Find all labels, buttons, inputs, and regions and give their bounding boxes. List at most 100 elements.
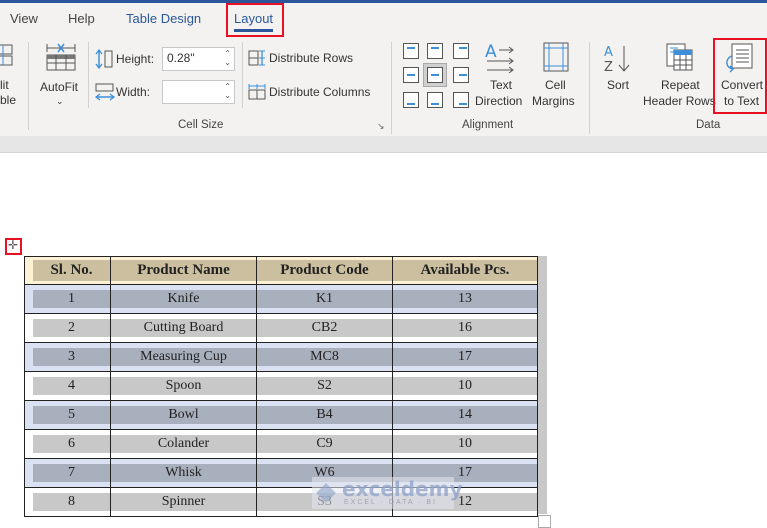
cell-margins-icon bbox=[543, 42, 569, 72]
tab-table-design[interactable]: Table Design bbox=[126, 11, 201, 26]
table-cell[interactable]: K1 bbox=[256, 284, 393, 314]
repeat-header-label-2: Header Rows bbox=[643, 94, 716, 108]
cell-text: 8 bbox=[33, 493, 110, 511]
ribbon-tabs: View Help Table Design Layout bbox=[0, 3, 767, 38]
watermark-brand: exceldemy bbox=[342, 477, 463, 501]
table-move-handle[interactable]: ✛ bbox=[5, 238, 22, 255]
move-icon: ✛ bbox=[8, 238, 19, 252]
text-direction-icon: A bbox=[485, 42, 514, 73]
width-label: Width: bbox=[116, 85, 151, 99]
table-cell[interactable]: Spoon bbox=[110, 371, 257, 401]
cell-text: 10 bbox=[393, 435, 537, 453]
split-table-label-2: ble bbox=[0, 93, 17, 107]
cell-text: S2 bbox=[257, 377, 392, 395]
table-cell[interactable]: Cutting Board bbox=[110, 313, 257, 343]
split-table-icon bbox=[0, 44, 13, 66]
header-cell[interactable]: Product Code bbox=[256, 256, 393, 285]
table-row: 6 Colander C9 10 bbox=[24, 429, 538, 459]
cell-text: 5 bbox=[33, 406, 110, 424]
header-product-code: Product Code bbox=[257, 260, 392, 281]
table-resize-handle[interactable] bbox=[538, 515, 551, 528]
cell-text: Knife bbox=[111, 290, 256, 308]
align-bottom-right-button[interactable] bbox=[453, 92, 469, 108]
sort-label: Sort bbox=[607, 78, 630, 92]
table-cell[interactable]: MC8 bbox=[256, 342, 393, 372]
table-cell[interactable]: CB2 bbox=[256, 313, 393, 343]
table-cell[interactable]: Knife bbox=[110, 284, 257, 314]
cell-text: Whisk bbox=[111, 464, 256, 482]
align-center-right-button[interactable] bbox=[453, 67, 469, 83]
align-bottom-center-button[interactable] bbox=[427, 92, 443, 108]
table-cell[interactable]: Measuring Cup bbox=[110, 342, 257, 372]
table-row: 2 Cutting Board CB2 16 bbox=[24, 313, 538, 343]
distribute-rows-label: Distribute Rows bbox=[269, 51, 354, 65]
align-center-button[interactable] bbox=[427, 67, 443, 83]
table-cell[interactable]: B4 bbox=[256, 400, 393, 430]
table-header-row: Sl. No. Product Name Product Code Availa… bbox=[24, 256, 538, 285]
row-height-icon bbox=[95, 49, 113, 69]
table-cell[interactable]: 14 bbox=[392, 400, 538, 430]
table-cell[interactable]: 10 bbox=[392, 371, 538, 401]
watermark: exceldemy EXCEL · DATA · BI bbox=[312, 477, 463, 509]
table-cell[interactable]: 7 bbox=[24, 458, 111, 488]
align-top-left-button[interactable] bbox=[403, 43, 419, 59]
table-cell[interactable]: S2 bbox=[256, 371, 393, 401]
table-cell[interactable]: 8 bbox=[24, 487, 111, 517]
header-cell[interactable]: Sl. No. bbox=[24, 256, 111, 285]
header-product-name: Product Name bbox=[111, 260, 256, 281]
table-cell[interactable]: 4 bbox=[24, 371, 111, 401]
table-cell[interactable]: Whisk bbox=[110, 458, 257, 488]
autofit-label: AutoFit bbox=[40, 80, 79, 94]
header-cell[interactable]: Product Name bbox=[110, 256, 257, 285]
table-cell[interactable]: 2 bbox=[24, 313, 111, 343]
dialog-launcher-icon[interactable]: ↘ bbox=[377, 119, 385, 134]
tab-help[interactable]: Help bbox=[68, 11, 95, 26]
align-top-right-button[interactable] bbox=[453, 43, 469, 59]
cell-text: 13 bbox=[393, 290, 537, 308]
width-spinner[interactable]: ⌃ ⌄ bbox=[224, 82, 231, 100]
group-separator bbox=[391, 42, 392, 134]
align-center-left-button[interactable] bbox=[403, 67, 419, 83]
ribbon-bottom-band bbox=[0, 136, 767, 153]
svg-text:A: A bbox=[604, 45, 613, 60]
cell-text: Colander bbox=[111, 435, 256, 453]
exceldemy-logo-icon bbox=[316, 483, 336, 503]
table-cell[interactable]: 1 bbox=[24, 284, 111, 314]
table-cell[interactable]: Spinner bbox=[110, 487, 257, 517]
width-field[interactable]: ⌃ ⌄ bbox=[162, 80, 235, 104]
table-cell[interactable]: 16 bbox=[392, 313, 538, 343]
height-spinner[interactable]: ⌃ ⌄ bbox=[224, 49, 231, 67]
height-field[interactable]: 0.28" ⌃ ⌄ bbox=[162, 47, 235, 71]
header-cell[interactable]: Available Pcs. bbox=[392, 256, 538, 285]
table-cell[interactable]: 10 bbox=[392, 429, 538, 459]
height-label: Height: bbox=[116, 52, 155, 66]
header-available-pcs: Available Pcs. bbox=[393, 260, 537, 281]
distribute-columns-icon bbox=[248, 84, 266, 100]
cell-text: Spoon bbox=[111, 377, 256, 395]
cell-text: 3 bbox=[33, 348, 110, 366]
cell-text: 14 bbox=[393, 406, 537, 424]
align-top-center-button[interactable] bbox=[427, 43, 443, 59]
table-cell[interactable]: 3 bbox=[24, 342, 111, 372]
cell-margins-label-1: Cell bbox=[545, 78, 566, 92]
table-cell[interactable]: C9 bbox=[256, 429, 393, 459]
text-direction-label-1: Text bbox=[490, 78, 513, 92]
cell-text: C9 bbox=[257, 435, 392, 453]
table-cell[interactable]: Colander bbox=[110, 429, 257, 459]
cell-text: Measuring Cup bbox=[111, 348, 256, 366]
table-row: 5 Bowl B4 14 bbox=[24, 400, 538, 430]
align-bottom-left-button[interactable] bbox=[403, 92, 419, 108]
repeat-header-label-1: Repeat bbox=[661, 78, 700, 92]
table-cell[interactable]: Bowl bbox=[110, 400, 257, 430]
table-cell[interactable]: 13 bbox=[392, 284, 538, 314]
svg-text:A: A bbox=[485, 42, 497, 62]
table-cell[interactable]: 6 bbox=[24, 429, 111, 459]
tab-view[interactable]: View bbox=[10, 11, 38, 26]
group-separator bbox=[242, 42, 243, 108]
cell-text: MC8 bbox=[257, 348, 392, 366]
watermark-tagline: EXCEL · DATA · BI bbox=[344, 499, 437, 506]
table-cell[interactable]: 17 bbox=[392, 342, 538, 372]
data-group-label: Data bbox=[696, 119, 721, 131]
group-separator bbox=[589, 42, 590, 134]
table-cell[interactable]: 5 bbox=[24, 400, 111, 430]
